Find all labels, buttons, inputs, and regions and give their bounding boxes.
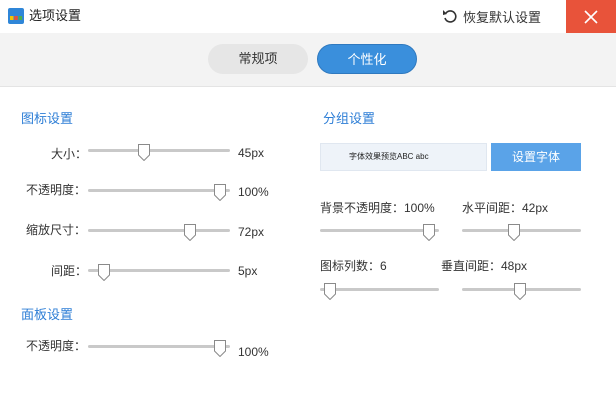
window-title: 选项设置 xyxy=(29,8,82,23)
panel-settings-title: 面板设置 xyxy=(21,307,74,322)
opacity-label: 不透明度： xyxy=(26,183,87,197)
slider-thumb[interactable] xyxy=(513,283,526,300)
panel-opacity-label: 不透明度： xyxy=(26,339,87,353)
slider-thumb[interactable] xyxy=(138,144,151,161)
spacing-label: 间距： xyxy=(51,264,88,278)
tab-bar: 常规项 个性化 xyxy=(0,33,616,87)
icon-columns-slider[interactable] xyxy=(320,283,439,300)
scale-value: 72px xyxy=(238,225,265,239)
slider-track xyxy=(88,345,230,348)
icon-columns-label: 图标列数：6 xyxy=(320,259,387,273)
opacity-value: 100% xyxy=(238,185,269,199)
h-spacing-label: 水平间距：42px xyxy=(462,201,549,215)
h-spacing-slider[interactable] xyxy=(462,224,581,241)
slider-track xyxy=(320,229,439,232)
size-label: 大小： xyxy=(51,147,88,161)
scale-label: 缩放尺寸： xyxy=(26,223,87,237)
title-bar: 选项设置 恢复默认设置 xyxy=(0,0,616,33)
close-icon xyxy=(584,9,598,24)
panel-opacity-slider[interactable] xyxy=(88,340,230,357)
tab-personalization[interactable]: 个性化 xyxy=(317,44,417,74)
restore-defaults-button[interactable]: 恢复默认设置 xyxy=(442,6,541,26)
v-spacing-label: 垂直间距：48px xyxy=(441,259,528,273)
icon-settings-title: 图标设置 xyxy=(21,111,74,126)
slider-thumb[interactable] xyxy=(507,224,520,241)
slider-track xyxy=(88,229,230,232)
size-value: 45px xyxy=(238,146,265,160)
slider-thumb[interactable] xyxy=(214,184,226,201)
app-icon xyxy=(8,8,24,24)
slider-thumb[interactable] xyxy=(214,340,226,357)
slider-track xyxy=(462,229,581,232)
slider-track xyxy=(320,288,439,291)
restore-defaults-label: 恢复默认设置 xyxy=(463,9,542,25)
font-preview: 字体效果预览ABC abc xyxy=(320,143,487,171)
spacing-value: 5px xyxy=(238,264,258,278)
bg-opacity-slider[interactable] xyxy=(320,224,439,241)
size-slider[interactable] xyxy=(88,144,230,161)
tab-general[interactable]: 常规项 xyxy=(208,44,308,74)
slider-thumb[interactable] xyxy=(98,264,111,281)
slider-thumb[interactable] xyxy=(324,283,336,300)
v-spacing-slider[interactable] xyxy=(462,283,581,300)
spacing-slider[interactable] xyxy=(88,264,230,281)
close-button[interactable] xyxy=(566,0,616,33)
opacity-slider[interactable] xyxy=(88,184,230,201)
bg-opacity-label: 背景不透明度：100% xyxy=(320,201,435,215)
panel-opacity-value: 100% xyxy=(238,345,269,359)
group-settings-title: 分组设置 xyxy=(323,111,376,126)
slider-track xyxy=(88,189,230,192)
scale-slider[interactable] xyxy=(88,224,230,241)
slider-thumb[interactable] xyxy=(423,224,435,241)
set-font-button[interactable]: 设置字体 xyxy=(491,143,581,171)
undo-icon xyxy=(443,10,457,23)
slider-track xyxy=(88,149,230,152)
slider-thumb[interactable] xyxy=(183,224,196,241)
